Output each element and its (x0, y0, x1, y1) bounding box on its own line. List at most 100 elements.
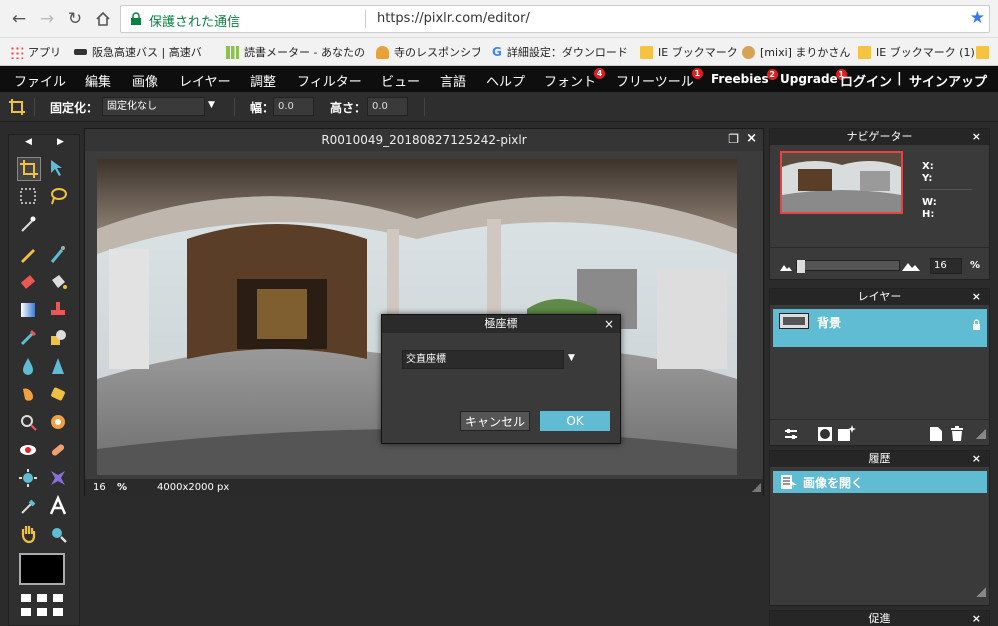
hand-tool[interactable] (17, 523, 41, 547)
promo-close-icon[interactable]: × (972, 611, 981, 626)
resize-grip-icon[interactable] (976, 587, 986, 597)
layer-item-background[interactable]: 背景 (773, 309, 987, 347)
home-button[interactable] (92, 8, 114, 30)
history-close-icon[interactable]: × (972, 451, 981, 467)
menu-font[interactable]: フォント 4 (544, 68, 606, 90)
spot-heal-tool[interactable] (47, 439, 71, 463)
height-input[interactable]: 0.0 (367, 97, 408, 116)
resize-grip-icon[interactable] (976, 429, 986, 439)
canvas-zoom-value[interactable]: 16 (93, 479, 106, 496)
blur-tool[interactable] (17, 355, 41, 379)
fix-select[interactable]: 固定化なし (102, 97, 205, 116)
layer-styles-icon[interactable] (838, 425, 856, 441)
login-link[interactable]: ログイン (840, 71, 892, 90)
eraser-tool[interactable] (17, 271, 41, 295)
brush-tool[interactable] (47, 243, 71, 267)
chevron-down-icon[interactable]: ▼ (208, 100, 215, 110)
zoom-slider-knob[interactable] (797, 260, 805, 273)
coordinate-mode-select[interactable]: 交直座標 (402, 350, 564, 369)
drawing-tool[interactable] (47, 327, 71, 351)
menu-view[interactable]: ビュー (381, 71, 420, 90)
zoom-out-mountain-icon[interactable] (780, 263, 792, 271)
address-bar[interactable]: 保護された通信 https://pixlr.com/editor/ ★ (120, 5, 990, 33)
foreground-color-swatch[interactable] (19, 553, 65, 585)
menu-filter[interactable]: フィルター (297, 71, 362, 90)
sharpen-tool[interactable] (47, 355, 71, 379)
layer-name[interactable]: 背景 (817, 314, 841, 331)
pinch-tool[interactable] (47, 467, 71, 491)
menu-upgrade[interactable]: Upgrade 1 (780, 69, 847, 86)
navigator-title: ナビゲーター × (770, 129, 989, 145)
layer-thumbnail-image (783, 317, 805, 325)
dialog-close-icon[interactable]: × (604, 315, 614, 333)
gradient-tool[interactable] (17, 299, 41, 323)
bookmark-star-icon[interactable]: ★ (970, 8, 985, 28)
reload-button[interactable]: ↻ (64, 8, 86, 30)
hand-icon (21, 526, 36, 544)
menu-help[interactable]: ヘルプ (486, 71, 525, 90)
bookmark-ie-folder-1[interactable]: IE ブックマーク (1) (858, 44, 975, 60)
close-window-icon[interactable]: × (746, 131, 757, 146)
signup-link[interactable]: サインアップ (909, 71, 987, 90)
forward-button[interactable]: → (36, 8, 58, 30)
panel-left-arrow-icon[interactable]: ◀ (25, 137, 32, 147)
color-picker-tool[interactable] (17, 495, 41, 519)
bookmark-dokusho[interactable]: 読書メーター - あなたの読 (226, 44, 364, 60)
menu-adjust[interactable]: 調整 (250, 71, 276, 90)
menu-freetool[interactable]: フリーツール 1 (616, 68, 703, 90)
back-button[interactable]: ← (8, 8, 30, 30)
bookmark-folder-more[interactable] (976, 44, 989, 60)
clone-stamp-tool[interactable] (47, 299, 71, 323)
layers-close-icon[interactable]: × (972, 289, 981, 305)
type-tool[interactable] (47, 494, 71, 519)
move-tool[interactable] (47, 157, 71, 181)
ok-button[interactable]: OK (540, 411, 610, 431)
zoom-tool[interactable] (47, 523, 71, 547)
menu-layer[interactable]: レイヤー (179, 71, 231, 90)
history-item[interactable]: 画像を開く (773, 471, 987, 493)
navigator-thumbnail[interactable] (780, 151, 903, 214)
cancel-button[interactable]: キャンセル (460, 411, 530, 431)
zoom-in-mountain-icon[interactable] (902, 260, 920, 271)
bookmark-bus[interactable]: 阪急高速バス | 高速バ (74, 44, 216, 60)
lasso-tool[interactable] (47, 185, 71, 209)
burn-tool[interactable] (47, 411, 71, 435)
restore-window-icon[interactable]: ❐ (728, 132, 739, 146)
bloat-tool[interactable] (17, 467, 41, 491)
bookmark-google[interactable]: G 詳細設定：ダウンロード (492, 44, 630, 60)
bookmark-ie-folder[interactable]: IE ブックマーク (640, 44, 738, 60)
resize-grip-icon[interactable] (752, 483, 761, 492)
red-eye-tool[interactable] (17, 439, 41, 463)
paint-bucket-tool[interactable] (47, 271, 71, 295)
bookmark-mixi[interactable]: [mixi] まりかさん (742, 44, 850, 60)
new-layer-icon[interactable] (930, 427, 942, 441)
color-replace-tool[interactable] (17, 327, 41, 351)
trash-icon[interactable] (950, 426, 964, 441)
view-mode-grid[interactable] (19, 593, 65, 622)
bookmark-temple[interactable]: 寺のレスポンシブ (376, 44, 480, 60)
menu-edit[interactable]: 編集 (85, 71, 111, 90)
pencil-tool[interactable] (17, 243, 41, 267)
navigator-zoom-input[interactable]: 16 (930, 258, 962, 274)
panel-right-arrow-icon[interactable]: ▶ (57, 137, 64, 147)
separator (424, 98, 425, 116)
menu-freebies[interactable]: Freebies 2 (711, 69, 778, 86)
marquee-tool[interactable] (17, 185, 41, 209)
menu-language[interactable]: 言語 (440, 71, 466, 90)
layer-settings-icon[interactable] (784, 427, 798, 441)
navigator-close-icon[interactable]: × (972, 129, 981, 145)
menu-file[interactable]: ファイル (14, 71, 66, 90)
crop-tool[interactable] (17, 157, 41, 181)
layer-mask-icon[interactable] (818, 427, 832, 441)
url-text[interactable]: https://pixlr.com/editor/ (377, 11, 530, 26)
chevron-down-icon[interactable]: ▼ (568, 353, 575, 363)
zoom-slider[interactable] (796, 260, 900, 273)
menu-image[interactable]: 画像 (132, 71, 158, 90)
bookmark-apps[interactable]: アプリ (10, 44, 61, 60)
magic-wand-tool[interactable] (17, 213, 41, 237)
sponge-tool[interactable] (47, 383, 71, 407)
width-input[interactable]: 0.0 (273, 97, 314, 116)
browser-toolbar: ← → ↻ 保護された通信 https://pixlr.com/editor/ … (0, 0, 998, 38)
smudge-tool[interactable] (17, 383, 41, 407)
zoom-out-tool[interactable] (17, 411, 41, 435)
